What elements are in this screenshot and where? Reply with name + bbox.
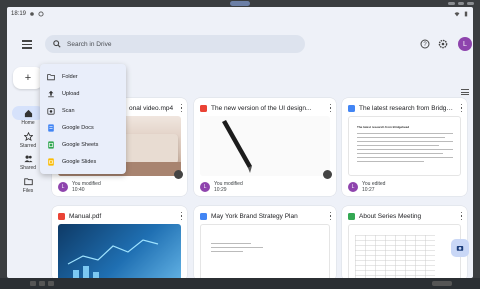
help-icon[interactable]: ? — [420, 39, 430, 49]
folder-icon — [47, 73, 55, 80]
status-bar: 18:19 — [7, 7, 473, 21]
search-bar[interactable]: Search in Drive — [45, 35, 305, 53]
more-options-icon[interactable] — [460, 211, 463, 221]
shortcut-badge-icon — [323, 170, 332, 179]
modifier-avatar: L — [200, 182, 210, 192]
wifi-icon — [454, 12, 460, 17]
docs-file-icon — [348, 104, 355, 112]
battery-icon — [464, 11, 468, 17]
more-options-icon[interactable] — [180, 211, 183, 221]
window-controls — [448, 2, 475, 5]
taskbar-right-indicator — [432, 281, 452, 286]
new-menu: Folder Upload Scan Google Docs Google Sh… — [40, 64, 126, 174]
scan-item[interactable]: Scan — [40, 102, 126, 119]
camera-notch — [230, 1, 250, 6]
menu-label: Google Slides — [62, 158, 97, 165]
shortcut-badge-icon — [174, 170, 183, 179]
device-bottom-bar — [0, 278, 480, 289]
slides-icon — [48, 157, 54, 166]
new-folder-item[interactable]: Folder — [40, 68, 126, 85]
gear-status-icon — [38, 11, 44, 17]
more-options-icon[interactable] — [180, 103, 183, 113]
sheets-file-icon — [348, 212, 355, 220]
modified-time: 10:27 — [362, 187, 375, 193]
docs-file-icon — [200, 212, 207, 220]
more-options-icon[interactable] — [329, 103, 332, 113]
app-bar: Search in Drive ? L — [7, 29, 473, 59]
modified-info: You modified 10:40 — [72, 181, 101, 193]
new-button[interactable]: + — [13, 67, 43, 89]
doc-thumbnail: The latest research from Bridgehead — [348, 116, 461, 176]
main-menu-button[interactable] — [21, 38, 33, 50]
file-title: Manual.pdf — [69, 212, 102, 220]
menu-label: Google Sheets — [62, 141, 99, 148]
account-avatar[interactable]: L — [458, 37, 472, 51]
scan-fab[interactable] — [451, 239, 469, 257]
google-sheets-item[interactable]: Google Sheets — [40, 136, 126, 153]
dashboard-illustration — [67, 239, 159, 278]
more-options-icon[interactable] — [460, 103, 463, 113]
file-card[interactable]: May York Brand Strategy Plan — [194, 206, 336, 278]
settings-status-icon — [30, 12, 34, 16]
modified-info: You edited 10:27 — [362, 181, 385, 193]
file-title: About Series Meeting — [359, 212, 422, 220]
pdf-file-icon — [58, 212, 65, 220]
search-icon — [53, 40, 61, 48]
modified-info: You modified 10:29 — [214, 181, 243, 193]
docs-icon — [48, 123, 54, 132]
google-slides-item[interactable]: Google Slides — [40, 153, 126, 170]
taskbar-indicators — [30, 281, 54, 286]
settings-icon[interactable] — [438, 39, 448, 49]
upload-icon — [48, 90, 54, 97]
file-card[interactable]: Manual.pdf — [52, 206, 187, 278]
file-card[interactable]: The new version of the UI design... L Yo… — [194, 98, 336, 196]
file-card[interactable]: The latest research from Bridgeh... The … — [342, 98, 467, 196]
file-title: May York Brand Strategy Plan — [211, 212, 298, 220]
drive-screen: 18:19 Search in Drive ? L + Home Starred… — [7, 7, 473, 278]
scan-icon — [47, 107, 55, 115]
file-title: The latest research from Bridgeh... — [359, 104, 456, 112]
nav-item-files[interactable]: Files — [7, 177, 49, 194]
sheets-icon — [48, 140, 54, 149]
upload-item[interactable]: Upload — [40, 85, 126, 102]
search-placeholder: Search in Drive — [67, 40, 112, 48]
doc-thumbnail — [200, 224, 330, 278]
google-docs-item[interactable]: Google Docs — [40, 119, 126, 136]
star-icon — [23, 132, 33, 141]
modified-time: 10:29 — [214, 187, 227, 193]
pdf-thumbnail — [58, 224, 181, 278]
status-time: 18:19 — [11, 11, 27, 17]
modifier-avatar: L — [348, 182, 358, 192]
sheet-thumbnail — [348, 224, 461, 278]
stylus-thumbnail — [200, 116, 330, 176]
menu-label: Scan — [62, 107, 75, 114]
menu-label: Upload — [62, 90, 80, 97]
nav-label-files: Files — [22, 188, 34, 194]
nav-label-shared: Shared — [19, 165, 37, 171]
file-card[interactable]: About Series Meeting — [342, 206, 467, 278]
home-icon — [24, 109, 32, 118]
list-view-toggle[interactable] — [461, 89, 469, 95]
image-file-icon — [200, 104, 207, 112]
camera-icon — [456, 246, 464, 251]
shared-icon — [23, 155, 33, 163]
file-title: The new version of the UI design... — [211, 104, 312, 112]
folder-icon — [23, 178, 33, 186]
modifier-avatar: L — [58, 182, 68, 192]
stylus-illustration — [222, 120, 252, 173]
menu-label: Google Docs — [62, 124, 94, 131]
doc-preview-heading: The latest research from Bridgehead — [357, 125, 410, 129]
menu-label: Folder — [62, 73, 78, 80]
device-frame: 18:19 Search in Drive ? L + Home Starred… — [0, 0, 480, 289]
nav-label-starred: Starred — [19, 143, 37, 149]
modified-time: 10:40 — [72, 187, 85, 193]
more-options-icon[interactable] — [329, 211, 332, 221]
nav-label-home: Home — [21, 120, 35, 126]
